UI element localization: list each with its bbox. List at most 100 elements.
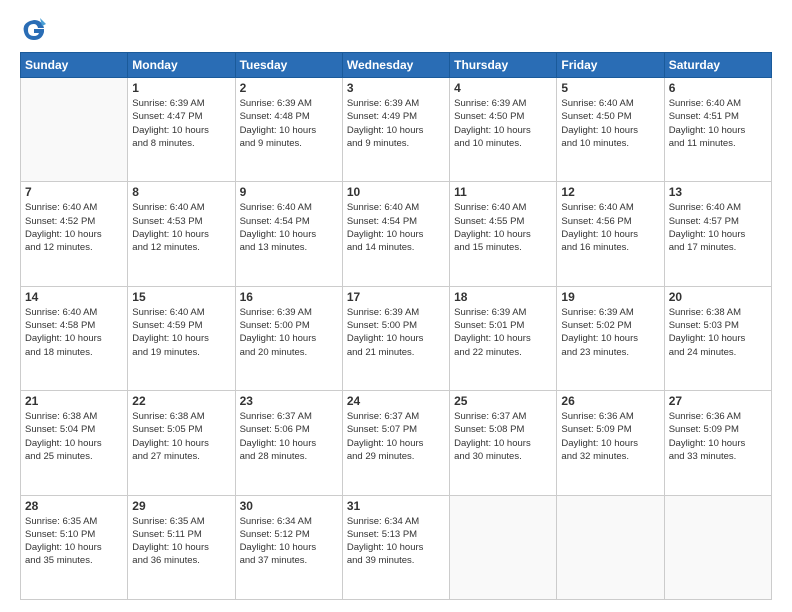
- day-number: 18: [454, 290, 552, 304]
- day-cell: 15 Sunrise: 6:40 AM Sunset: 4:59 PM Dayli…: [128, 286, 235, 390]
- day-number: 7: [25, 185, 123, 199]
- day-cell: 31 Sunrise: 6:34 AM Sunset: 5:13 PM Dayli…: [342, 495, 449, 599]
- day-number: 9: [240, 185, 338, 199]
- day-number: 2: [240, 81, 338, 95]
- day-info: Sunrise: 6:37 AM Sunset: 5:08 PM Dayligh…: [454, 410, 552, 463]
- day-number: 30: [240, 499, 338, 513]
- day-number: 14: [25, 290, 123, 304]
- day-number: 5: [561, 81, 659, 95]
- day-info: Sunrise: 6:40 AM Sunset: 4:53 PM Dayligh…: [132, 201, 230, 254]
- logo-icon: [20, 16, 48, 44]
- day-cell: 20 Sunrise: 6:38 AM Sunset: 5:03 PM Dayli…: [664, 286, 771, 390]
- day-number: 15: [132, 290, 230, 304]
- day-info: Sunrise: 6:37 AM Sunset: 5:06 PM Dayligh…: [240, 410, 338, 463]
- day-header-monday: Monday: [128, 53, 235, 78]
- day-cell: 12 Sunrise: 6:40 AM Sunset: 4:56 PM Dayli…: [557, 182, 664, 286]
- day-header-saturday: Saturday: [664, 53, 771, 78]
- day-info: Sunrise: 6:40 AM Sunset: 4:54 PM Dayligh…: [347, 201, 445, 254]
- day-number: 21: [25, 394, 123, 408]
- day-cell: 14 Sunrise: 6:40 AM Sunset: 4:58 PM Dayli…: [21, 286, 128, 390]
- day-cell: 25 Sunrise: 6:37 AM Sunset: 5:08 PM Dayli…: [450, 391, 557, 495]
- day-header-wednesday: Wednesday: [342, 53, 449, 78]
- day-cell: 29 Sunrise: 6:35 AM Sunset: 5:11 PM Dayli…: [128, 495, 235, 599]
- day-info: Sunrise: 6:40 AM Sunset: 4:59 PM Dayligh…: [132, 306, 230, 359]
- day-info: Sunrise: 6:40 AM Sunset: 4:55 PM Dayligh…: [454, 201, 552, 254]
- day-cell: 13Sunrise: 6:40 AM Sunset: 4:57 PM Dayli…: [664, 182, 771, 286]
- day-info: Sunrise: 6:40 AM Sunset: 4:52 PM Dayligh…: [25, 201, 123, 254]
- day-info: Sunrise: 6:39 AM Sunset: 4:47 PM Dayligh…: [132, 97, 230, 150]
- day-cell: 11 Sunrise: 6:40 AM Sunset: 4:55 PM Dayli…: [450, 182, 557, 286]
- day-number: 1: [132, 81, 230, 95]
- day-number: 26: [561, 394, 659, 408]
- day-cell: 1 Sunrise: 6:39 AM Sunset: 4:47 PM Daylig…: [128, 78, 235, 182]
- day-info: Sunrise: 6:34 AM Sunset: 5:12 PM Dayligh…: [240, 515, 338, 568]
- day-number: 25: [454, 394, 552, 408]
- day-info: Sunrise: 6:40 AM Sunset: 4:56 PM Dayligh…: [561, 201, 659, 254]
- day-number: 11: [454, 185, 552, 199]
- day-number: 13: [669, 185, 767, 199]
- day-cell: 7 Sunrise: 6:40 AM Sunset: 4:52 PM Daylig…: [21, 182, 128, 286]
- day-cell: 26 Sunrise: 6:36 AM Sunset: 5:09 PM Dayli…: [557, 391, 664, 495]
- day-info: Sunrise: 6:38 AM Sunset: 5:04 PM Dayligh…: [25, 410, 123, 463]
- day-cell: [557, 495, 664, 599]
- day-number: 22: [132, 394, 230, 408]
- day-info: Sunrise: 6:39 AM Sunset: 4:48 PM Dayligh…: [240, 97, 338, 150]
- day-cell: 4 Sunrise: 6:39 AM Sunset: 4:50 PM Daylig…: [450, 78, 557, 182]
- week-row-1: 1 Sunrise: 6:39 AM Sunset: 4:47 PM Daylig…: [21, 78, 772, 182]
- day-info: Sunrise: 6:35 AM Sunset: 5:10 PM Dayligh…: [25, 515, 123, 568]
- day-number: 4: [454, 81, 552, 95]
- day-number: 12: [561, 185, 659, 199]
- day-number: 19: [561, 290, 659, 304]
- day-number: 23: [240, 394, 338, 408]
- day-number: 17: [347, 290, 445, 304]
- day-cell: 17Sunrise: 6:39 AM Sunset: 5:00 PM Dayli…: [342, 286, 449, 390]
- day-info: Sunrise: 6:39 AM Sunset: 4:49 PM Dayligh…: [347, 97, 445, 150]
- day-header-thursday: Thursday: [450, 53, 557, 78]
- day-cell: 9 Sunrise: 6:40 AM Sunset: 4:54 PM Daylig…: [235, 182, 342, 286]
- day-info: Sunrise: 6:37 AM Sunset: 5:07 PM Dayligh…: [347, 410, 445, 463]
- week-row-4: 21 Sunrise: 6:38 AM Sunset: 5:04 PM Dayli…: [21, 391, 772, 495]
- day-number: 24: [347, 394, 445, 408]
- day-number: 3: [347, 81, 445, 95]
- day-cell: 24 Sunrise: 6:37 AM Sunset: 5:07 PM Dayli…: [342, 391, 449, 495]
- day-cell: [21, 78, 128, 182]
- day-cell: 16Sunrise: 6:39 AM Sunset: 5:00 PM Dayli…: [235, 286, 342, 390]
- day-cell: 3 Sunrise: 6:39 AM Sunset: 4:49 PM Daylig…: [342, 78, 449, 182]
- day-info: Sunrise: 6:36 AM Sunset: 5:09 PM Dayligh…: [561, 410, 659, 463]
- day-info: Sunrise: 6:40 AM Sunset: 4:50 PM Dayligh…: [561, 97, 659, 150]
- day-header-sunday: Sunday: [21, 53, 128, 78]
- day-number: 20: [669, 290, 767, 304]
- day-cell: 28 Sunrise: 6:35 AM Sunset: 5:10 PM Dayli…: [21, 495, 128, 599]
- day-number: 10: [347, 185, 445, 199]
- header-row: SundayMondayTuesdayWednesdayThursdayFrid…: [21, 53, 772, 78]
- day-header-tuesday: Tuesday: [235, 53, 342, 78]
- day-cell: 10 Sunrise: 6:40 AM Sunset: 4:54 PM Dayli…: [342, 182, 449, 286]
- day-number: 27: [669, 394, 767, 408]
- day-info: Sunrise: 6:38 AM Sunset: 5:03 PM Dayligh…: [669, 306, 767, 359]
- day-cell: 5 Sunrise: 6:40 AM Sunset: 4:50 PM Daylig…: [557, 78, 664, 182]
- day-info: Sunrise: 6:39 AM Sunset: 5:00 PM Dayligh…: [240, 306, 338, 359]
- day-cell: 21 Sunrise: 6:38 AM Sunset: 5:04 PM Dayli…: [21, 391, 128, 495]
- day-info: Sunrise: 6:39 AM Sunset: 5:01 PM Dayligh…: [454, 306, 552, 359]
- day-cell: 30 Sunrise: 6:34 AM Sunset: 5:12 PM Dayli…: [235, 495, 342, 599]
- day-info: Sunrise: 6:35 AM Sunset: 5:11 PM Dayligh…: [132, 515, 230, 568]
- day-info: Sunrise: 6:40 AM Sunset: 4:58 PM Dayligh…: [25, 306, 123, 359]
- calendar: SundayMondayTuesdayWednesdayThursdayFrid…: [20, 52, 772, 600]
- day-info: Sunrise: 6:39 AM Sunset: 4:50 PM Dayligh…: [454, 97, 552, 150]
- week-row-3: 14 Sunrise: 6:40 AM Sunset: 4:58 PM Dayli…: [21, 286, 772, 390]
- week-row-5: 28 Sunrise: 6:35 AM Sunset: 5:10 PM Dayli…: [21, 495, 772, 599]
- day-number: 28: [25, 499, 123, 513]
- day-info: Sunrise: 6:34 AM Sunset: 5:13 PM Dayligh…: [347, 515, 445, 568]
- day-cell: [450, 495, 557, 599]
- day-cell: 19Sunrise: 6:39 AM Sunset: 5:02 PM Dayli…: [557, 286, 664, 390]
- day-cell: 6Sunrise: 6:40 AM Sunset: 4:51 PM Daylig…: [664, 78, 771, 182]
- day-cell: 22Sunrise: 6:38 AM Sunset: 5:05 PM Dayli…: [128, 391, 235, 495]
- day-number: 31: [347, 499, 445, 513]
- day-info: Sunrise: 6:40 AM Sunset: 4:54 PM Dayligh…: [240, 201, 338, 254]
- logo: [20, 16, 52, 44]
- day-cell: [664, 495, 771, 599]
- day-cell: 23 Sunrise: 6:37 AM Sunset: 5:06 PM Dayli…: [235, 391, 342, 495]
- day-cell: 18 Sunrise: 6:39 AM Sunset: 5:01 PM Dayli…: [450, 286, 557, 390]
- day-number: 29: [132, 499, 230, 513]
- header: [20, 16, 772, 44]
